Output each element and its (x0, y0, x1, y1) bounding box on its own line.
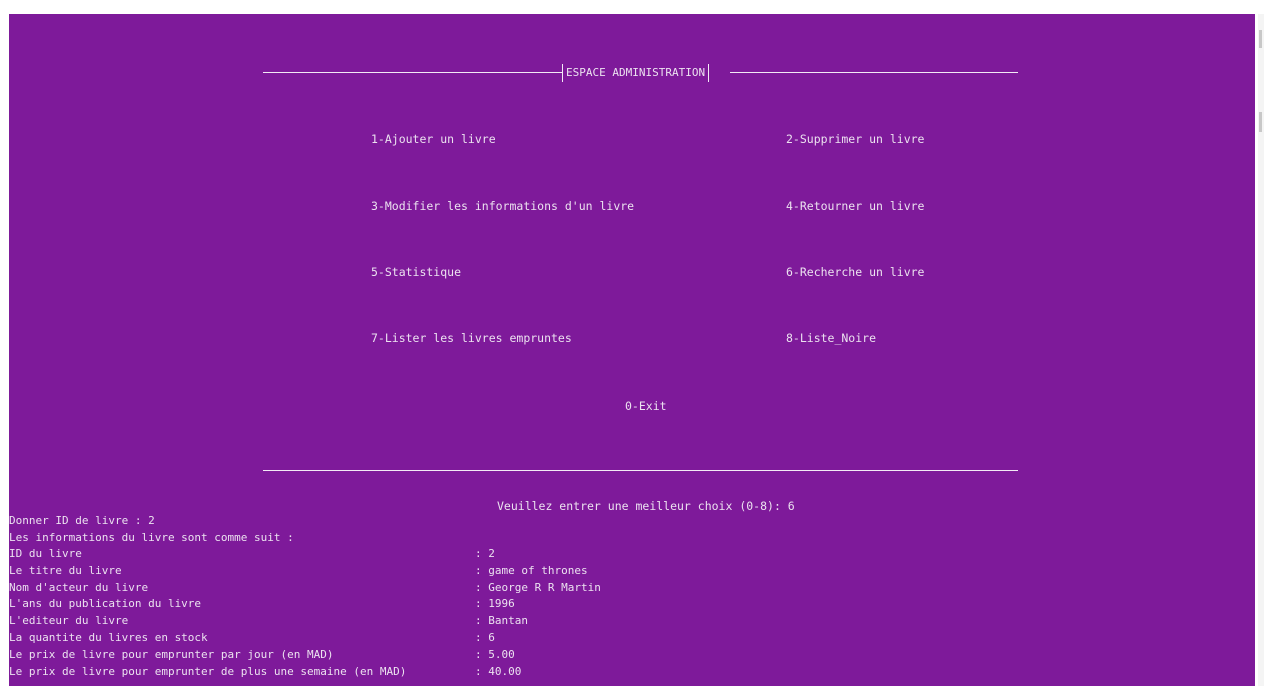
info-value-id: : 2 (475, 547, 495, 560)
info-label-editeur: L'editeur du livre (9, 614, 129, 627)
choice-prompt: Veuillez entrer une meilleur choix (0-8)… (497, 499, 795, 513)
header-rule-right (730, 72, 1018, 73)
info-label-annee: L'ans du publication du livre (9, 597, 202, 610)
menu-item-exit: 0-Exit (625, 399, 667, 413)
info-intro-line: Les informations du livre sont comme sui… (9, 531, 294, 544)
header-rule-left (263, 72, 562, 73)
menu-item-statistique: 5-Statistique (371, 265, 462, 279)
info-value-editeur: : Bantan (475, 614, 528, 627)
info-label-quantite: La quantite du livres en stock (9, 631, 208, 644)
id-prompt-line: Donner ID de livre : 2 (9, 514, 155, 527)
menu-item-ajouter: 1-Ajouter un livre (371, 132, 496, 146)
info-value-prix-jour: : 5.00 (475, 648, 515, 661)
header-title: ESPACE ADMINISTRATION (562, 64, 710, 82)
info-value-auteur: : George R R Martin (475, 581, 601, 594)
scrollbar-marker (1259, 112, 1262, 132)
info-value-quantite: : 6 (475, 631, 495, 644)
scrollbar-thumb[interactable] (1259, 30, 1262, 48)
info-label-titre: Le titre du livre (9, 564, 122, 577)
info-label-prix-semaine: Le prix de livre pour emprunter de plus … (9, 665, 407, 678)
menu-item-modifier: 3-Modifier les informations d'un livre (371, 199, 635, 213)
info-label-auteur: Nom d'acteur du livre (9, 581, 149, 594)
info-label-prix-jour: Le prix de livre pour emprunter par jour… (9, 648, 334, 661)
info-label-id: ID du livre (9, 547, 82, 560)
info-value-annee: : 1996 (475, 597, 515, 610)
menu-item-supprimer: 2-Supprimer un livre (786, 132, 925, 146)
info-value-prix-semaine: : 40.00 (475, 665, 522, 678)
info-value-titre: : game of thrones (475, 564, 588, 577)
menu-bottom-rule (263, 470, 1018, 471)
menu-item-recherche: 6-Recherche un livre (786, 265, 925, 279)
menu-item-liste-noire: 8-Liste_Noire (786, 331, 877, 345)
console-window: ESPACE ADMINISTRATION 1-Ajouter un livre… (9, 14, 1255, 686)
menu-item-lister: 7-Lister les livres empruntes (371, 331, 572, 345)
menu-item-retourner: 4-Retourner un livre (786, 199, 925, 213)
